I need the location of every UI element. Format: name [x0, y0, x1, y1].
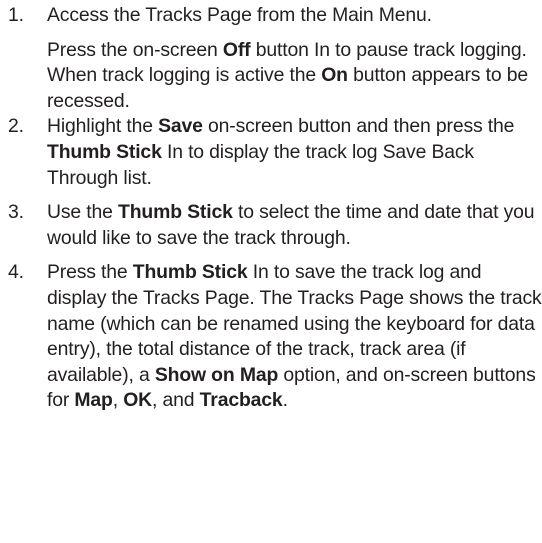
bold-term: OK	[123, 389, 153, 412]
text-run: Press the	[47, 261, 133, 284]
text-run: Press the on-screen	[47, 38, 223, 61]
instruction-list: 1. Access the Tracks Page from the Main …	[8, 3, 542, 414]
text-run: ,	[112, 389, 124, 412]
step-4: 4. Press the Thumb Stick In to save the …	[8, 260, 542, 414]
bold-term: Map	[74, 389, 113, 412]
bold-term: On	[321, 64, 348, 87]
bold-term: Thumb Stick	[118, 201, 233, 224]
bold-term: Off	[222, 38, 251, 61]
step-1: 1. Access the Tracks Page from the Main …	[8, 3, 542, 29]
step-3: 3. Use the Thumb Stick to select the tim…	[8, 200, 542, 251]
step-text: Use the Thumb Stick to select the time a…	[47, 200, 542, 251]
step-2: 2. Highlight the Save on-screen button a…	[8, 114, 542, 191]
step-number: 2.	[8, 115, 24, 138]
bold-term: Save	[158, 115, 203, 138]
bold-term: Show on Map	[154, 363, 279, 386]
step-number: 4.	[8, 261, 24, 284]
bold-term: Thumb Stick	[132, 261, 248, 284]
bold-term: Tracback	[199, 389, 283, 412]
text-run: Highlight the	[47, 115, 159, 138]
step-number: 1.	[8, 4, 24, 26]
step-text: Press the Thumb Stick In to save the tra…	[47, 260, 542, 414]
text-run: .	[282, 389, 288, 412]
text-run: on-screen button and then press the	[202, 115, 515, 138]
text-run: Access the Tracks Page from the Main Men…	[47, 4, 432, 26]
bold-term: Thumb Stick	[47, 140, 162, 163]
step-number: 3.	[8, 201, 24, 224]
step-text: Access the Tracks Page from the Main Men…	[47, 3, 542, 29]
text-run: Use the	[47, 201, 119, 224]
step-text: Highlight the Save on-screen button and …	[47, 114, 542, 191]
text-run: , and	[152, 389, 200, 412]
step-1-note: Press the on-screen Off button In to pau…	[47, 38, 542, 115]
